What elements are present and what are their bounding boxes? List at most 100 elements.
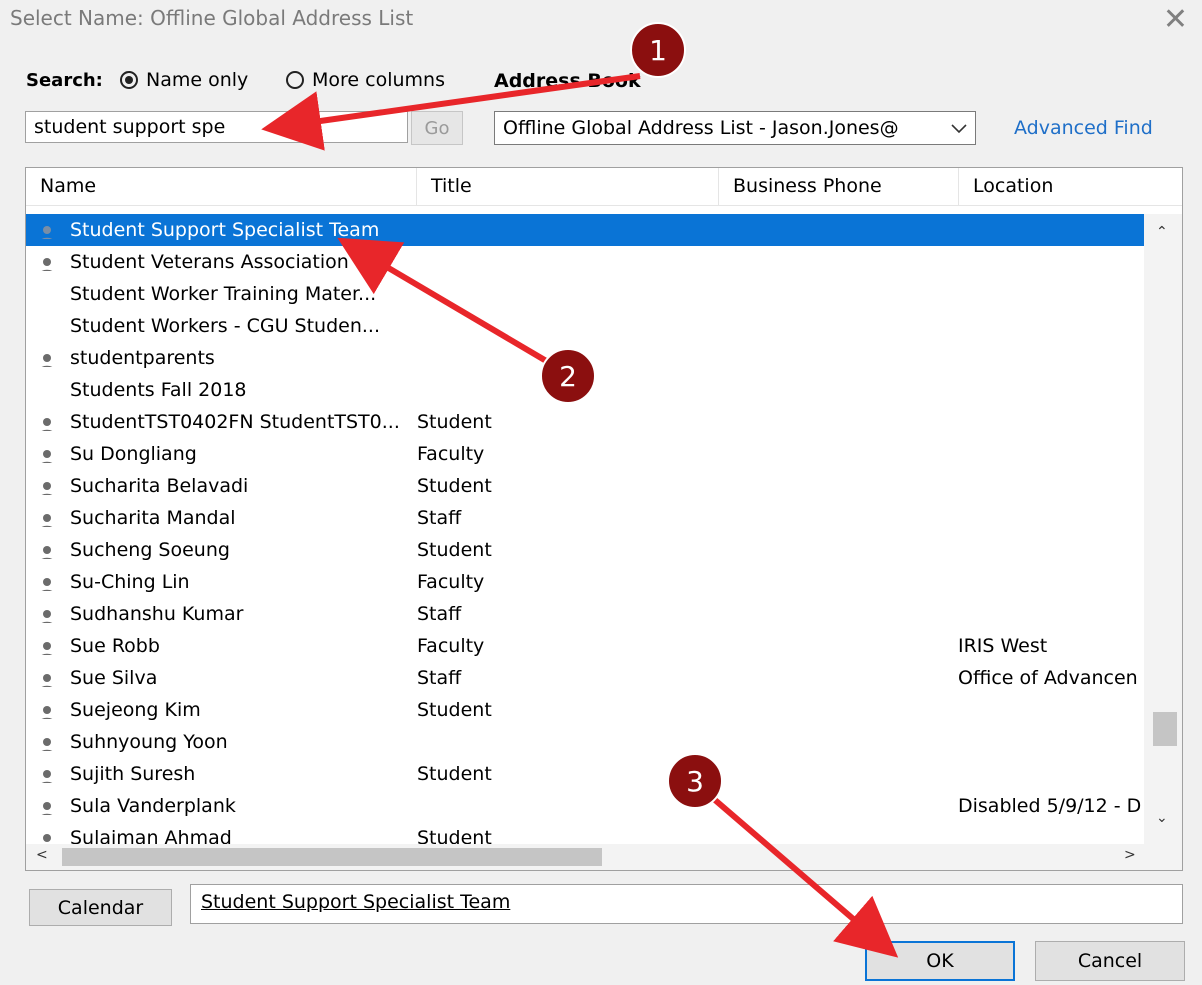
table-row[interactable]: Sujith Suresh Student	[26, 758, 1144, 790]
radio-more-columns[interactable]: More columns	[286, 69, 445, 91]
search-input[interactable]: student support spe	[25, 111, 408, 143]
search-label: Search:	[26, 70, 103, 91]
list-rows: Student Support Specialist Team Student V…	[26, 214, 1144, 844]
table-row[interactable]: Sucharita Mandal Staff	[26, 502, 1144, 534]
annotation-badge-2: 2	[540, 348, 596, 404]
name-cell: Suhnyoung Yoon	[70, 731, 228, 753]
location-cell: Office of Advancen	[958, 667, 1138, 689]
scroll-up-icon[interactable]: ⌃	[1156, 224, 1168, 240]
horizontal-scroll-thumb[interactable]	[62, 848, 602, 866]
go-button[interactable]: Go	[411, 111, 463, 145]
table-row[interactable]: Su Dongliang Faculty	[26, 438, 1144, 470]
title-cell: Faculty	[417, 635, 485, 657]
person-icon	[38, 509, 56, 527]
person-icon	[38, 541, 56, 559]
name-cell: Student Workers - CGU Studen...	[70, 315, 381, 337]
radio-unchecked-icon[interactable]	[286, 71, 304, 89]
table-row[interactable]: Student Support Specialist Team	[26, 214, 1144, 246]
table-row[interactable]: Sula Vanderplank Disabled 5/9/12 - D	[26, 790, 1144, 822]
name-cell: Su-Ching Lin	[70, 571, 190, 593]
table-row[interactable]: Sucharita Belavadi Student	[26, 470, 1144, 502]
person-icon	[38, 637, 56, 655]
table-row[interactable]: Suhnyoung Yoon	[26, 726, 1144, 758]
address-book-select[interactable]: Offline Global Address List - Jason.Jone…	[494, 111, 976, 145]
radio-checked-icon[interactable]	[120, 71, 138, 89]
table-row[interactable]: Sulaiman Ahmad Student	[26, 822, 1144, 844]
title-cell: Student	[417, 539, 492, 561]
name-cell: Sula Vanderplank	[70, 795, 236, 817]
annotation-badge-1: 1	[630, 22, 686, 78]
column-header-business-phone[interactable]: Business Phone	[719, 168, 959, 205]
person-icon	[38, 797, 56, 815]
name-cell: Student Worker Training Mater...	[70, 283, 377, 305]
address-book-label: Address Book	[494, 70, 641, 92]
name-cell: Sulaiman Ahmad	[70, 827, 232, 844]
name-cell: StudentTST0402FN StudentTST0...	[70, 411, 400, 433]
selected-name-field[interactable]: Student Support Specialist Team	[190, 884, 1183, 924]
person-icon	[38, 669, 56, 687]
calendar-button[interactable]: Calendar	[29, 889, 172, 926]
name-cell: Sudhanshu Kumar	[70, 603, 244, 625]
name-cell: Students Fall 2018	[70, 379, 247, 401]
person-icon	[38, 733, 56, 751]
title-cell: Student	[417, 827, 492, 844]
table-row[interactable]: Sucheng Soeung Student	[26, 534, 1144, 566]
scroll-right-icon[interactable]: >	[1124, 847, 1136, 863]
title-cell: Student	[417, 411, 492, 433]
table-row[interactable]: Student Worker Training Mater...	[26, 278, 1144, 310]
table-row[interactable]: Student Veterans Association ...	[26, 246, 1144, 278]
name-cell: Sucharita Mandal	[70, 507, 236, 529]
person-icon	[38, 253, 56, 271]
column-header-name[interactable]: Name	[26, 168, 417, 205]
name-cell: Student Support Specialist Team	[70, 219, 380, 241]
title-cell: Student	[417, 475, 492, 497]
table-row[interactable]: Student Workers - CGU Studen...	[26, 310, 1144, 342]
column-header-title[interactable]: Title	[417, 168, 719, 205]
vertical-scroll-thumb[interactable]	[1153, 712, 1177, 746]
cancel-button[interactable]: Cancel	[1035, 941, 1185, 981]
advanced-find-link[interactable]: Advanced Find	[1014, 117, 1153, 139]
chevron-down-icon	[951, 119, 967, 138]
title-cell: Staff	[417, 603, 462, 625]
name-cell: Student Veterans Association ...	[70, 251, 373, 273]
close-icon[interactable]: ✕	[1163, 2, 1188, 37]
name-cell: Sucheng Soeung	[70, 539, 230, 561]
location-cell: Disabled 5/9/12 - D	[958, 795, 1142, 817]
table-row[interactable]: Su-Ching Lin Faculty	[26, 566, 1144, 598]
person-icon	[38, 765, 56, 783]
name-cell: Su Dongliang	[70, 443, 197, 465]
person-icon	[38, 413, 56, 431]
radio-name-only-label: Name only	[146, 69, 249, 91]
person-icon	[38, 701, 56, 719]
annotation-badge-3: 3	[667, 753, 723, 809]
person-icon	[38, 605, 56, 623]
name-cell: studentparents	[70, 347, 215, 369]
person-icon	[38, 573, 56, 591]
table-row[interactable]: Sue Silva Staff Office of Advancen	[26, 662, 1144, 694]
radio-name-only[interactable]: Name only	[120, 69, 248, 91]
address-book-selected-value: Offline Global Address List - Jason.Jone…	[503, 117, 899, 139]
radio-more-columns-label: More columns	[312, 69, 445, 91]
title-cell: Student	[417, 699, 492, 721]
scroll-down-icon[interactable]: ⌄	[1156, 810, 1168, 826]
location-cell: IRIS West	[958, 635, 1048, 657]
table-row[interactable]: StudentTST0402FN StudentTST0... Student	[26, 406, 1144, 438]
scroll-left-icon[interactable]: <	[36, 847, 48, 863]
vertical-scrollbar[interactable]: ⌃ ⌄	[1144, 214, 1182, 844]
address-list: Name Title Business Phone Location Stude…	[25, 167, 1183, 871]
title-cell: Staff	[417, 667, 462, 689]
ok-button[interactable]: OK	[865, 941, 1015, 981]
person-icon	[38, 477, 56, 495]
name-cell: Sucharita Belavadi	[70, 475, 249, 497]
title-cell: Staff	[417, 507, 462, 529]
horizontal-scrollbar[interactable]: < >	[26, 844, 1182, 870]
title-cell: Faculty	[417, 571, 485, 593]
table-row[interactable]: Sudhanshu Kumar Staff	[26, 598, 1144, 630]
table-row[interactable]: Suejeong Kim Student	[26, 694, 1144, 726]
name-cell: Suejeong Kim	[70, 699, 201, 721]
person-icon	[38, 445, 56, 463]
column-header-location[interactable]: Location	[959, 168, 1182, 205]
table-row[interactable]: Sue Robb Faculty IRIS West	[26, 630, 1144, 662]
name-cell: Sujith Suresh	[70, 763, 196, 785]
name-cell: Sue Robb	[70, 635, 160, 657]
